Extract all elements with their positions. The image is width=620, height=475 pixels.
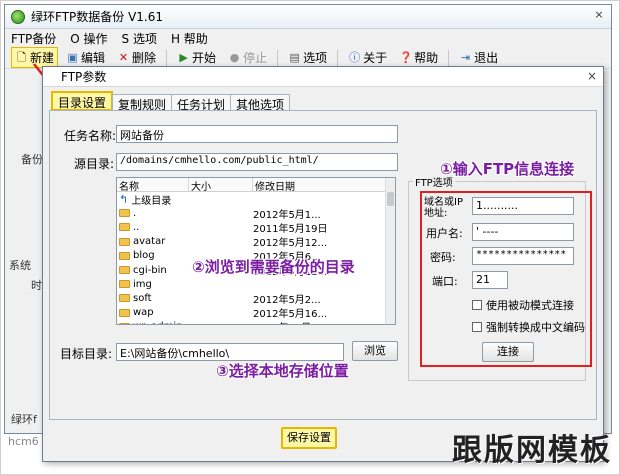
host-input[interactable]: 1.......... — [472, 197, 574, 215]
save-settings-button[interactable]: 保存设置 — [281, 427, 337, 449]
file-name: .. — [133, 221, 140, 233]
file-list-row[interactable]: . 2012年5月1... — [117, 206, 395, 221]
folder-icon — [119, 280, 130, 289]
file-name-cell: . — [117, 208, 253, 219]
file-name: blog — [133, 250, 155, 262]
col-date-header[interactable]: 修改日期 — [253, 178, 387, 193]
remote-file-list[interactable]: 名称 大小 修改日期 ↰ 上级目录. 2012年5月1..... 2011年5月19日… — [116, 177, 396, 325]
chinese-encoding-box[interactable] — [472, 322, 482, 332]
file-date-cell: 2012年5月16... — [253, 309, 328, 321]
port-label: 端口: — [432, 275, 458, 288]
file-name-cell: .. — [117, 222, 253, 233]
file-list-row[interactable]: .. 2011年5月19日 — [117, 220, 395, 235]
file-name-cell: wp-admin — [117, 321, 253, 324]
file-name: cgi-bin — [133, 264, 167, 276]
dialog-close-icon[interactable]: × — [587, 69, 597, 83]
file-date-cell: 2011年12月1... — [253, 319, 353, 324]
file-date-cell: 2011年5月19日 — [253, 223, 328, 235]
password-label: 密码: — [430, 251, 456, 264]
chinese-encoding-label: 强制转换成中文编码 — [486, 321, 585, 334]
file-date-cell: 2012年5月2... — [253, 294, 321, 306]
chinese-encoding-checkbox[interactable]: 强制转换成中文编码 — [472, 319, 585, 335]
target-dir-input[interactable]: E:\网站备份\cmhello\ — [116, 343, 344, 361]
file-list-row[interactable]: wp-admin 2011年12月1... — [117, 319, 395, 324]
watermark-logo: 跟版网模板 — [452, 433, 612, 468]
task-name-label: 任务名称: — [64, 129, 117, 143]
tab-strip: 目录设置 复制规则 任务计划 其他选项 — [51, 91, 291, 112]
task-name-input[interactable]: 网站备份 — [116, 125, 398, 143]
folder-icon — [119, 209, 130, 218]
source-dir-input[interactable]: /domains/cmhello.com/public_html/ — [116, 153, 398, 171]
folder-icon — [119, 308, 130, 317]
file-name: wp-admin — [133, 321, 182, 324]
file-name: . — [133, 207, 137, 219]
username-label: 用户名: — [426, 227, 463, 240]
folder-icon — [119, 237, 130, 246]
file-name-cell: soft — [117, 293, 253, 304]
passive-mode-box[interactable] — [472, 300, 482, 310]
passive-mode-label: 使用被动模式连接 — [486, 299, 574, 312]
file-list-row[interactable]: img — [117, 277, 395, 291]
connect-button[interactable]: 连接 — [482, 342, 534, 362]
file-list-row[interactable]: ↰ 上级目录 — [117, 192, 395, 207]
file-date-cell: 2012年5月12... — [253, 238, 328, 250]
file-name: wap — [133, 307, 154, 319]
folder-icon — [119, 322, 130, 324]
dialog-title: FTP参数 — [61, 70, 107, 84]
file-name-cell: img — [117, 279, 253, 290]
col-size-header[interactable]: 大小 — [189, 178, 253, 193]
passive-mode-checkbox[interactable]: 使用被动模式连接 — [472, 297, 574, 313]
tab-copy-rules[interactable]: 复制规则 — [112, 94, 173, 112]
folder-icon — [119, 223, 130, 232]
file-name-cell: avatar — [117, 236, 253, 247]
parent-folder-icon: ↰ — [119, 192, 129, 206]
tab-other-options[interactable]: 其他选项 — [230, 94, 291, 112]
browse-button[interactable]: 浏览 — [352, 341, 398, 361]
folder-icon — [119, 294, 130, 303]
file-name: soft — [133, 292, 152, 304]
file-list-row[interactable]: avatar 2012年5月12... — [117, 235, 395, 249]
annotation-step1: ①输入FTP信息连接 — [440, 160, 575, 178]
file-name: avatar — [133, 236, 166, 248]
host-label: 域名或IP地址: — [424, 197, 463, 219]
scroll-thumb[interactable] — [387, 192, 394, 206]
file-name-cell: ↰ 上级目录 — [117, 192, 253, 207]
tab-task-schedule[interactable]: 任务计划 — [171, 94, 232, 112]
file-list-row[interactable]: wap 2012年5月16... — [117, 306, 395, 320]
file-list-row[interactable]: soft 2012年5月2... — [117, 291, 395, 306]
file-name-cell: wap — [117, 307, 253, 318]
dialog-titlebar: FTP参数 — [43, 67, 603, 87]
col-name-header[interactable]: 名称 — [117, 178, 189, 193]
folder-icon — [119, 266, 130, 275]
file-name: img — [133, 278, 152, 290]
annotation-step2: ②浏览到需要备份的目录 — [192, 258, 355, 276]
username-input[interactable]: ' ---- — [472, 223, 574, 241]
tab-directory-settings[interactable]: 目录设置 — [51, 91, 114, 111]
source-dir-label: 源目录: — [74, 157, 115, 171]
folder-icon — [119, 251, 130, 260]
file-list-scrollbar[interactable] — [385, 178, 395, 324]
file-list-header: 名称 大小 修改日期 — [117, 178, 395, 193]
target-dir-label: 目标目录: — [60, 347, 113, 361]
port-input[interactable]: 21 — [472, 271, 508, 289]
file-date-cell: 2012年5月1... — [253, 209, 321, 221]
password-input[interactable]: *************** — [472, 247, 574, 265]
file-name: 上级目录 — [131, 195, 172, 207]
annotation-step3: ③选择本地存储位置 — [216, 362, 349, 380]
